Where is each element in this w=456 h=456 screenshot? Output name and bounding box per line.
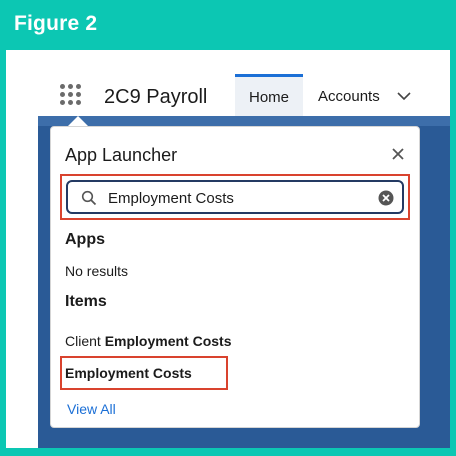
search-field[interactable] <box>66 180 404 214</box>
app-launcher-waffle-icon[interactable] <box>60 84 82 106</box>
view-all-link[interactable]: View All <box>67 401 116 417</box>
search-icon <box>81 190 97 206</box>
launcher-title: App Launcher <box>65 145 178 165</box>
popover-notch <box>68 116 88 126</box>
chevron-down-icon[interactable] <box>396 90 412 102</box>
items-heading: Items <box>65 293 107 310</box>
page-background-band <box>38 116 450 126</box>
item-prefix: Client <box>65 333 105 349</box>
app-launcher-panel: App Launcher Apps No results <box>50 126 420 428</box>
item-client-employment-costs[interactable]: Client Employment Costs <box>65 333 232 349</box>
close-icon[interactable] <box>389 145 407 163</box>
tab-home[interactable]: Home <box>235 74 303 116</box>
app-header: 2C9 Payroll Home Accounts <box>6 50 450 116</box>
clear-icon[interactable] <box>378 190 394 206</box>
apps-no-results: No results <box>65 263 129 279</box>
figure-frame: Figure 2 2C9 Payroll Home Accounts App L… <box>0 0 456 456</box>
apps-heading: Apps <box>65 231 105 248</box>
tab-home-label: Home <box>249 89 290 106</box>
screenshot-area: 2C9 Payroll Home Accounts App Launcher E… <box>6 50 450 448</box>
app-name: 2C9 Payroll <box>104 86 208 108</box>
item-match: Employment Costs <box>104 333 232 349</box>
item-employment-costs[interactable]: Employment Costs <box>65 365 192 381</box>
search-input[interactable] <box>108 186 368 210</box>
tab-accounts[interactable]: Accounts <box>318 88 380 105</box>
figure-title: Figure 2 <box>14 12 98 35</box>
